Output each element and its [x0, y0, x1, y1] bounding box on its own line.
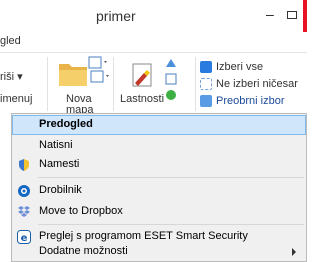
context-menu: Predogled Natisni Namesti Drobilnik Move…: [11, 113, 307, 262]
menu-item-shredder[interactable]: Drobilnik: [12, 181, 306, 201]
new-folder-icon[interactable]: [57, 58, 91, 88]
window-title: primer: [96, 8, 136, 24]
select-all-button[interactable]: Izberi vse: [216, 61, 263, 73]
close-button[interactable]: [303, 0, 307, 32]
menu-item-label: Dodatne možnosti: [39, 245, 128, 257]
title-bar: primer –: [0, 0, 307, 32]
menu-item-more-options[interactable]: Dodatne možnosti: [12, 242, 306, 262]
menu-item-label: Natisni: [39, 139, 73, 151]
minimize-button[interactable]: –: [266, 6, 274, 22]
copy-to-button[interactable]: riši ▾: [0, 70, 23, 83]
select-all-icon: [200, 61, 212, 73]
menu-item-label: Move to Dropbox: [39, 205, 123, 217]
ribbon-tab-row: gled: [0, 32, 307, 53]
tab-view[interactable]: gled: [0, 35, 21, 47]
menu-item-label: Predogled: [39, 118, 93, 130]
rename-button[interactable]: imenuj: [0, 93, 32, 105]
menu-item-dropbox[interactable]: Move to Dropbox: [12, 202, 306, 222]
open-icons[interactable]: [163, 57, 179, 101]
shield-icon: [19, 159, 29, 171]
ribbon-divider: [195, 57, 196, 111]
menu-separator: [38, 224, 304, 225]
menu-item-label: Namesti: [39, 158, 80, 170]
properties-icon[interactable]: [130, 61, 156, 89]
select-none-icon: [200, 78, 212, 90]
new-item-icon[interactable]: [87, 55, 109, 85]
properties-label[interactable]: Lastnosti: [120, 93, 164, 105]
menu-item-print[interactable]: Natisni: [12, 136, 306, 156]
invert-selection-button[interactable]: Preobrni izbor: [216, 95, 284, 107]
shredder-icon: [18, 185, 30, 197]
select-none-button[interactable]: Ne izberi ničesar: [216, 78, 298, 90]
ribbon: riši ▾ imenuj Nova mapa Lastnosti Izberi…: [0, 53, 307, 116]
menu-item-label: Preglej s programom ESET Smart Security: [39, 230, 248, 242]
menu-item-install[interactable]: Namesti: [12, 155, 306, 175]
ribbon-divider: [113, 57, 114, 111]
menu-item-preview[interactable]: Predogled: [12, 115, 306, 135]
submenu-arrow-icon: [292, 248, 296, 256]
dropbox-icon: [18, 206, 30, 217]
menu-separator: [38, 177, 304, 178]
maximize-button[interactable]: [287, 11, 297, 19]
invert-selection-icon: [200, 95, 212, 107]
ribbon-divider: [47, 57, 48, 111]
menu-item-label: Drobilnik: [39, 184, 82, 196]
